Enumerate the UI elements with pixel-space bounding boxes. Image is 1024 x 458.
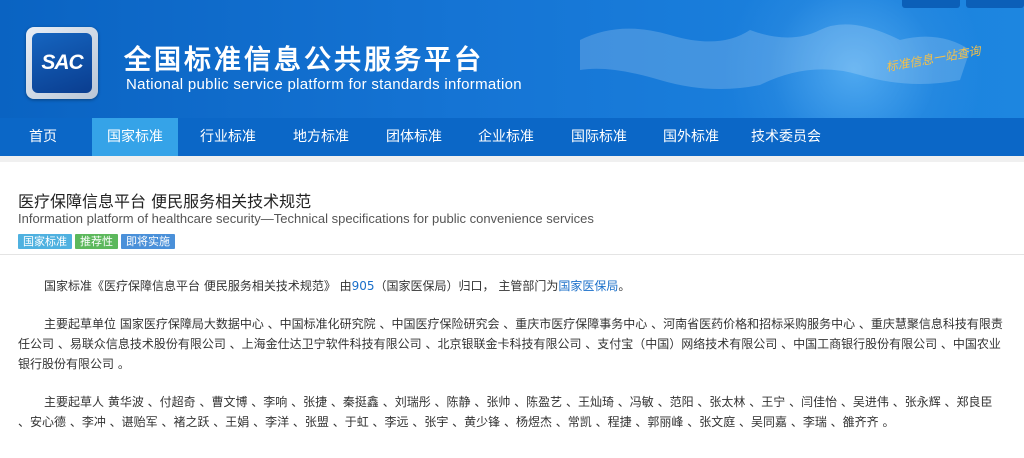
top-link-button-2[interactable] (966, 0, 1024, 8)
drafters-text: 黄华波 、付超奇 、曹文博 、李响 、张捷 、秦挺鑫 、刘瑞彤 、陈静 、张帅 … (18, 395, 993, 429)
intro-paragraph: 国家标准《医疗保障信息平台 便民服务相关技术规范》 由905（国家医保局）归口，… (18, 276, 1008, 296)
standard-title: 医疗保障信息平台 便民服务相关技术规范 (18, 192, 312, 211)
header-banner: SAC 全国标准信息公共服务平台 National public service… (0, 0, 1024, 118)
nav-item-technical-committees[interactable]: 技术委员会 (740, 118, 832, 156)
drafting-units-paragraph: 主要起草单位 国家医疗保障局大数据中心 、中国标准化研究院 、中国医疗保险研究会… (18, 314, 1008, 374)
main-nav: 首页 国家标准 行业标准 地方标准 团体标准 企业标准 国际标准 国外标准 技术… (0, 118, 1024, 156)
intro-prefix: 国家标准《医疗保障信息平台 便民服务相关技术规范》 由 (44, 279, 352, 293)
standard-detail: 医疗保障信息平台 便民服务相关技术规范 Information platform… (0, 162, 1024, 458)
nav-item-home[interactable]: 首页 (0, 118, 86, 156)
sac-logo[interactable]: SAC (26, 27, 98, 99)
nav-item-industry-standards[interactable]: 行业标准 (185, 118, 271, 156)
standard-title-en: Information platform of healthcare secur… (18, 211, 594, 226)
nav-item-local-standards[interactable]: 地方标准 (278, 118, 364, 156)
divider (0, 254, 1024, 255)
top-link-button-1[interactable] (902, 0, 960, 8)
nav-item-international-standards[interactable]: 国际标准 (556, 118, 642, 156)
intro-middle: （国家医保局）归口， 主管部门为 (374, 279, 559, 293)
nav-item-enterprise-standards[interactable]: 企业标准 (463, 118, 549, 156)
status-badges: 国家标准 推荐性 即将实施 (18, 230, 178, 249)
authority-link[interactable]: 国家医保局 (558, 279, 618, 293)
drafting-units-text: 国家医疗保障局大数据中心 、中国标准化研究院 、中国医疗保险研究会 、重庆市医疗… (18, 317, 1003, 371)
site-subtitle: National public service platform for sta… (126, 76, 522, 93)
logo-text: SAC (41, 51, 83, 74)
drafters-paragraph: 主要起草人 黄华波 、付超奇 、曹文博 、李响 、张捷 、秦挺鑫 、刘瑞彤 、陈… (18, 392, 1008, 432)
tc-code-link[interactable]: 905 (352, 279, 375, 293)
drafters-label: 主要起草人 (44, 395, 105, 409)
drafting-units-label: 主要起草单位 (44, 317, 117, 331)
intro-suffix: 。 (618, 279, 631, 293)
site-title: 全国标准信息公共服务平台 (124, 45, 484, 76)
badge-upcoming: 即将实施 (121, 234, 175, 249)
badge-recommended: 推荐性 (75, 234, 118, 249)
nav-item-foreign-standards[interactable]: 国外标准 (648, 118, 734, 156)
nav-item-national-standards[interactable]: 国家标准 (92, 118, 178, 156)
nav-item-group-standards[interactable]: 团体标准 (371, 118, 457, 156)
badge-national-standard: 国家标准 (18, 234, 72, 249)
